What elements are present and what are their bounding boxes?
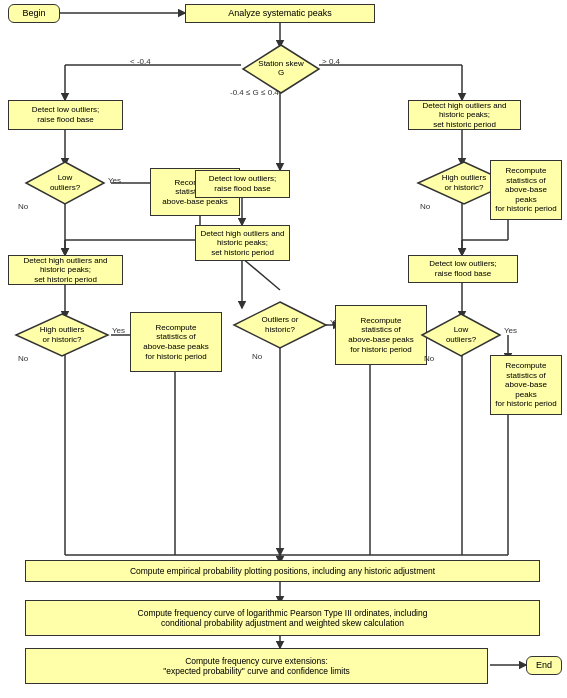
compute-empirical-box: Compute empirical probability plotting p… xyxy=(25,560,540,582)
end-box: End xyxy=(526,656,562,675)
low-right-yes: Yes xyxy=(504,326,517,335)
begin-box: Begin xyxy=(8,4,60,23)
recompute-mid-box: Recompute statistics of above-base peaks… xyxy=(335,305,427,365)
label-neg04-to-04: -0.4 ≤ G ≤ 0.4 xyxy=(230,88,279,97)
label-gt-04: > 0.4 xyxy=(322,57,340,66)
compute-freq-box: Compute frequency curve of logarithmic P… xyxy=(25,600,540,636)
recompute-left2-box: Recompute statistics of above-base peaks… xyxy=(130,312,222,372)
low-outliers-right-diamond: Low outliers? xyxy=(420,312,502,358)
detect-high-right-box: Detect high outliers and historic peaks;… xyxy=(408,100,521,130)
analyze-box: Analyze systematic peaks xyxy=(185,4,375,23)
svg-line-18 xyxy=(242,258,280,290)
low-outliers-left-no: No xyxy=(18,202,28,211)
recompute-right2-box: Recompute statistics of above-base peaks… xyxy=(490,355,562,415)
outliers-historic-mid-diamond: Outliers or historic? xyxy=(232,300,328,350)
detect-high-mid-box: Detect high outliers and historic peaks;… xyxy=(195,225,290,261)
recompute-right1-box: Recompute statistics of above-base peaks… xyxy=(490,160,562,220)
low-outliers-left-diamond: Low outliers? xyxy=(24,160,106,206)
compute-extensions-box: Compute frequency curve extensions: "exp… xyxy=(25,648,488,684)
detect-low-right-box: Detect low outliers; raise flood base xyxy=(408,255,518,283)
high-right-no: No xyxy=(420,202,430,211)
label-lt-neg04: < -0.4 xyxy=(130,57,151,66)
detect-high-left-box: Detect high outliers and historic peaks;… xyxy=(8,255,123,285)
flowchart: Begin Analyze systematic peaks Station s… xyxy=(0,0,567,698)
detect-low-left-box: Detect low outliers; raise flood base xyxy=(8,100,123,130)
detect-low-mid-box: Detect low outliers; raise flood base xyxy=(195,170,290,198)
low-outliers-left-yes: Yes xyxy=(108,176,121,185)
high-left-yes: Yes xyxy=(112,326,125,335)
high-left-no: No xyxy=(18,354,28,363)
high-outliers-left-diamond: High outliers or historic? xyxy=(14,312,110,358)
mid-no: No xyxy=(252,352,262,361)
low-right-no: No xyxy=(424,354,434,363)
